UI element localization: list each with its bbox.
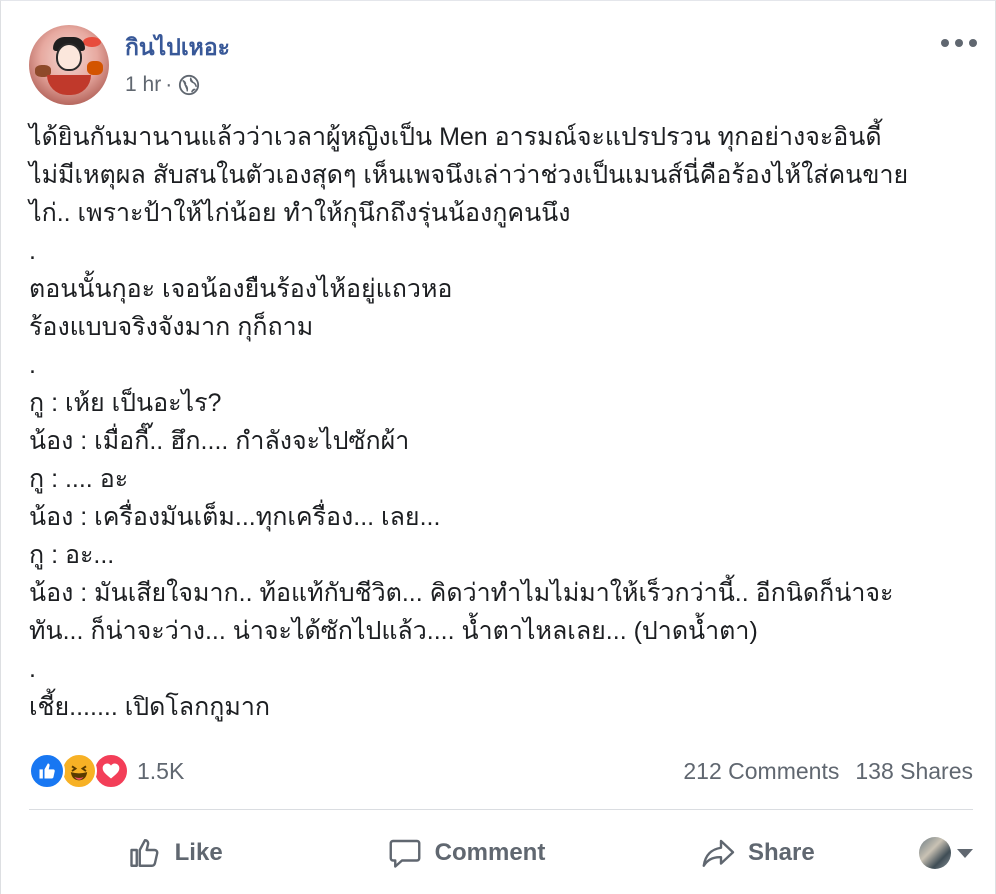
like-button[interactable]: Like — [29, 825, 320, 881]
post-line: . — [29, 237, 36, 265]
divider — [29, 809, 973, 810]
thumbs-up-icon — [129, 839, 159, 867]
page-avatar[interactable] — [29, 25, 109, 105]
avatar-bowl — [47, 75, 91, 95]
love-icon — [93, 753, 129, 789]
comment-bubble-icon — [389, 839, 421, 868]
reactions-summary[interactable]: 1.5K — [29, 753, 184, 789]
post-timestamp[interactable]: 1 hr — [125, 73, 161, 97]
post-line: กู : อะ... — [29, 541, 115, 569]
share-button[interactable]: Share — [612, 825, 903, 881]
like-label: Like — [174, 839, 223, 866]
page-name-link[interactable]: กินไปเหอะ — [125, 33, 230, 61]
post-line: น้อง : มันเสียใจมาก.. ท้อแท้กับชีวิต... … — [29, 579, 894, 607]
post-line: กู : .... อะ — [29, 465, 129, 493]
avatar-face — [56, 43, 82, 71]
post-line: ได้ยินกันมานานแล้วว่าเวลาผู้หญิงเป็น Men… — [29, 123, 882, 151]
avatar-food-right — [87, 61, 103, 75]
meta-separator: · — [165, 73, 173, 96]
post-subline: 1 hr · — [125, 73, 230, 97]
post-line: น้อง : เมื่อกี๊.. ฮึก.... กำลังจะไปซักผ้… — [29, 427, 410, 455]
post-line: เชี้ย....... เปิดโลกกูมาก — [29, 693, 271, 721]
post-header: กินไปเหอะ 1 hr · — [29, 25, 230, 109]
comment-button[interactable]: Comment — [320, 825, 611, 881]
globe-icon[interactable] — [178, 74, 200, 96]
post-line: ร้องแบบจริงจังมาก กุก็ถาม — [29, 313, 314, 341]
post-line: . — [29, 351, 36, 379]
post-line: กู : เห้ย เป็นอะไร? — [29, 389, 222, 417]
more-options-button[interactable] — [941, 35, 977, 51]
comment-label: Comment — [434, 839, 546, 866]
share-label: Share — [747, 839, 815, 866]
comments-count[interactable]: 212 Comments — [683, 758, 839, 785]
more-dot-icon — [941, 39, 949, 47]
post-card: กินไปเหอะ 1 hr · ได้ยินกันมานานแล้วว่าเว… — [0, 0, 996, 894]
post-line: ไก่.. เพราะป้าให้ไก่น้อย ทำให้กุนึกถึงรุ… — [29, 199, 571, 227]
more-dot-icon — [969, 39, 977, 47]
engagement-counts: 212 Comments 138 Shares — [683, 758, 973, 785]
post-line: ไม่มีเหตุผล สับสนในตัวเองสุดๆ เห็นเพจนึง… — [29, 161, 909, 189]
post-body: ได้ยินกันมานานแล้วว่าเวลาผู้หญิงเป็น Men… — [29, 118, 979, 726]
share-arrow-icon — [702, 839, 735, 867]
reaction-count[interactable]: 1.5K — [137, 758, 184, 785]
viewer-avatar — [918, 837, 951, 869]
post-line: . — [29, 655, 36, 683]
action-bar: Like Comment Share — [29, 821, 973, 885]
like-icon — [29, 753, 65, 789]
post-line: ตอนนั้นกุอะ เจอน้องยืนร้องไห้อยู่แถวหอ — [29, 275, 453, 303]
post-line: ทัน... ก็น่าจะว่าง... น่าจะได้ซักไปแล้ว.… — [29, 617, 758, 645]
more-dot-icon — [955, 39, 963, 47]
shares-count[interactable]: 138 Shares — [855, 758, 973, 785]
post-stats: 1.5K 212 Comments 138 Shares — [29, 749, 973, 793]
avatar-plate — [83, 37, 101, 47]
haha-icon — [61, 753, 97, 789]
post-meta: กินไปเหอะ 1 hr · — [125, 33, 230, 97]
chevron-down-icon — [956, 848, 973, 858]
post-line: น้อง : เครื่องมันเต็ม...ทุกเครื่อง... เล… — [29, 503, 441, 531]
post-as-selector[interactable] — [903, 837, 973, 869]
